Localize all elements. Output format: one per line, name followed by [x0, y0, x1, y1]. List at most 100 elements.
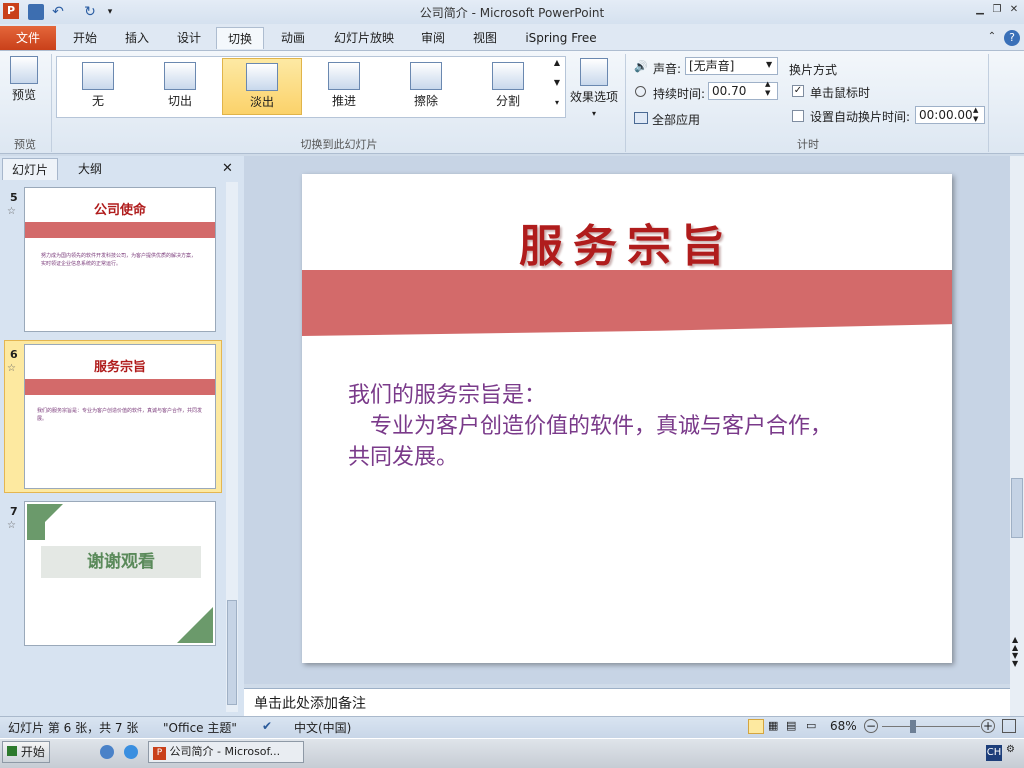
thumb-body: 我们的服务宗旨是：专业为客户创造价值的软件，真诚与客户合作，共同发展。 [37, 408, 203, 422]
zoom-slider[interactable] [882, 726, 980, 727]
tab-review[interactable]: 审阅 [412, 27, 454, 49]
zoom-slider-thumb[interactable] [910, 720, 916, 733]
zoom-in-icon[interactable]: + [981, 719, 995, 733]
close-icon[interactable]: ✕ [1007, 3, 1021, 17]
slide-thumbnail-5[interactable]: 公司使命 努力成为国内领先的软件开发科技公司，为客户提供优质的解决方案，实时领证… [24, 187, 216, 332]
tab-design[interactable]: 设计 [168, 27, 210, 49]
transition-split[interactable]: 分割 [468, 58, 548, 115]
scroll-thumb[interactable] [227, 600, 237, 705]
stepper-arrows-icon[interactable]: ▲ ▼ [973, 106, 978, 124]
theme-name[interactable]: "Office 主题" [163, 719, 237, 736]
tab-home[interactable]: 开始 [64, 27, 106, 49]
minimize-icon[interactable]: ▁ [973, 3, 987, 17]
effect-options-label: 效果选项 [569, 90, 618, 104]
sorter-view-icon[interactable]: ▦ [768, 719, 778, 732]
tab-insert[interactable]: 插入 [116, 27, 158, 49]
tab-slides[interactable]: 幻灯片 [2, 158, 58, 180]
apply-all-icon [634, 112, 648, 124]
group-label-transition: 切换到此幻灯片 [300, 138, 378, 151]
preview-button[interactable]: 预览 [4, 56, 44, 114]
transition-push[interactable]: 推进 [304, 58, 384, 115]
show-desktop-icon[interactable] [100, 745, 114, 759]
spell-check-icon[interactable]: ✔ [262, 719, 272, 733]
tab-file[interactable]: 文件 [0, 26, 56, 50]
transition-none-icon [82, 62, 114, 90]
tab-animations[interactable]: 动画 [272, 27, 314, 49]
ie-icon[interactable] [124, 745, 138, 759]
transition-push-icon [328, 62, 360, 90]
star-icon: ☆ [7, 363, 16, 374]
slide-count: 幻灯片 第 6 张，共 7 张 [8, 721, 139, 735]
notes-input[interactable]: 单击此处添加备注 [244, 688, 1010, 716]
group-label-preview: 预览 [14, 138, 36, 151]
zoom-level[interactable]: 68% [830, 719, 857, 733]
slideshow-view-icon[interactable]: ▭ [806, 719, 816, 732]
zoom-out-icon[interactable]: − [864, 719, 878, 733]
stepper-arrows-icon[interactable]: ▲ ▼ [765, 80, 770, 98]
tab-ispring[interactable]: iSpring Free [516, 27, 606, 49]
gallery-scroll-up-icon[interactable]: ▲ [550, 58, 564, 76]
thumb-band [25, 222, 215, 238]
slide-thumbnail-6[interactable]: 服务宗旨 我们的服务宗旨是：专业为客户创造价值的软件，真诚与客户合作，共同发展。 [24, 344, 216, 489]
taskbar-window-label: 公司简介 - Microsof... [169, 745, 281, 758]
sound-select[interactable]: [无声音] [685, 57, 778, 75]
gallery-scroll-down-icon[interactable]: ▼ [550, 78, 564, 96]
fit-window-icon[interactable] [1002, 719, 1016, 733]
transition-wipe[interactable]: 擦除 [386, 58, 466, 115]
clock-icon [635, 86, 646, 97]
transition-label: 无 [91, 94, 104, 108]
after-time-checkbox[interactable] [792, 110, 804, 122]
effect-options-icon [580, 58, 608, 86]
chevron-down-icon[interactable]: ▼ [766, 60, 772, 69]
next-slide-icon[interactable]: ▼ ▼ [1012, 652, 1018, 668]
group-label-timing: 计时 [797, 138, 819, 151]
tab-transitions[interactable]: 切换 [216, 27, 264, 49]
on-click-checkbox[interactable]: ✓ [792, 85, 804, 97]
ribbon-collapse-icon[interactable]: ⌃ [985, 30, 999, 44]
ribbon-separator [625, 54, 626, 152]
normal-view-icon[interactable] [748, 719, 764, 734]
slide-body[interactable]: 我们的服务宗旨是： 专业为客户创造价值的软件，真诚与客户合作， 共同发展。 [348, 380, 918, 473]
transition-fade[interactable]: 淡出 [222, 58, 302, 115]
prev-slide-icon[interactable]: ▲ ▲ [1012, 636, 1018, 652]
tab-slideshow[interactable]: 幻灯片放映 [326, 27, 402, 49]
corner-decoration-icon [177, 607, 213, 643]
body-line: 专业为客户创造价值的软件，真诚与客户合作， [348, 414, 833, 439]
gallery-more-icon[interactable]: ▾ [550, 98, 564, 116]
editor-scrollbar[interactable] [1010, 156, 1024, 716]
tab-view[interactable]: 视图 [464, 27, 506, 49]
transition-cut-icon [164, 62, 196, 90]
transition-none[interactable]: 无 [58, 58, 138, 115]
thumb-title-banner: 谢谢观看 [41, 546, 201, 578]
start-button[interactable]: 开始 [2, 741, 50, 763]
reading-view-icon[interactable]: ▤ [786, 719, 796, 732]
thumb-title: 公司使命 [93, 203, 146, 218]
slide-title[interactable]: 服务宗旨 [302, 210, 952, 274]
transition-label: 淡出 [249, 95, 274, 109]
ime-indicator[interactable]: CH [986, 745, 1002, 761]
apply-all-button[interactable]: 全部应用 [652, 111, 700, 128]
star-icon: ☆ [7, 520, 16, 531]
tab-outline[interactable]: 大纲 [62, 158, 118, 180]
transition-label: 切出 [167, 94, 192, 108]
star-icon: ☆ [7, 206, 16, 217]
slide-canvas[interactable]: 服务宗旨 我们的服务宗旨是： 专业为客户创造价值的软件，真诚与客户合作， 共同发… [302, 174, 952, 663]
duration-label: 持续时间: [653, 87, 706, 101]
transition-cut[interactable]: 切出 [140, 58, 220, 115]
advance-slide-title: 换片方式 [789, 63, 838, 77]
slide-thumbnail-7[interactable]: 谢谢观看 [24, 501, 216, 646]
language-indicator[interactable]: 中文(中国) [294, 719, 351, 736]
restore-icon[interactable]: ❐ [990, 3, 1004, 17]
ribbon-separator [988, 54, 989, 152]
after-time-label: 设置自动换片时间: [810, 110, 911, 124]
effect-options-button[interactable]: 效果选项 ▾ [568, 56, 620, 122]
scroll-thumb[interactable] [1011, 478, 1023, 538]
help-icon[interactable]: ? [1004, 30, 1020, 46]
on-click-label: 单击鼠标时 [810, 86, 871, 100]
ime-options-icon[interactable]: ⚙ [1006, 744, 1015, 755]
transition-split-icon [492, 62, 524, 90]
panel-close-icon[interactable]: ✕ [222, 161, 233, 176]
thumb-body: 努力成为国内领先的软件开发科技公司，为客户提供优质的解决方案，实时领证企业信息系… [41, 253, 197, 267]
title-band [302, 270, 952, 336]
taskbar-window-powerpoint[interactable]: P 公司简介 - Microsof... [148, 741, 304, 763]
